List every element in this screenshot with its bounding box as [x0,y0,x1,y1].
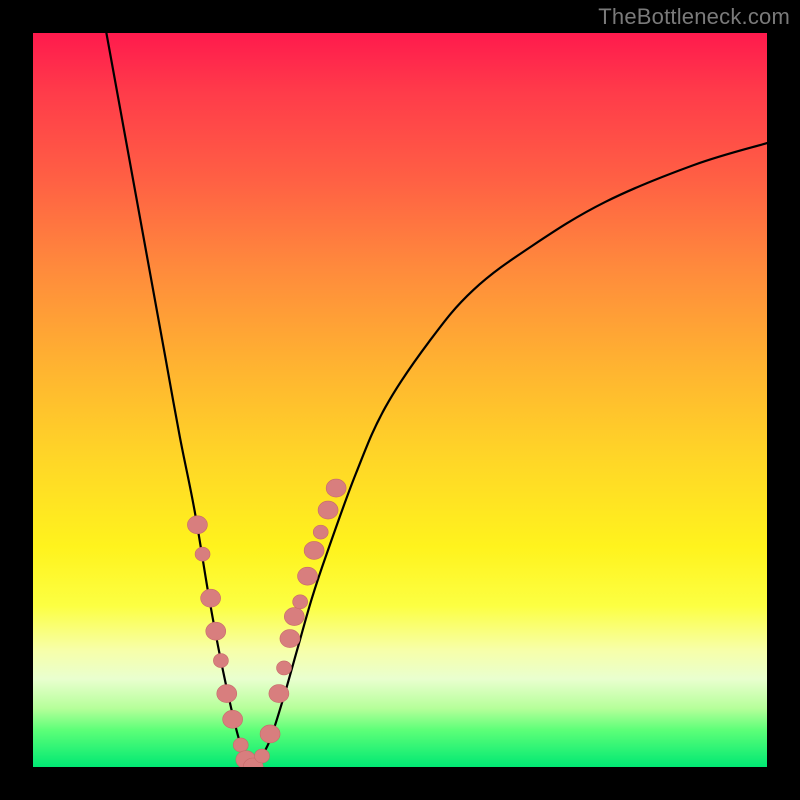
plot-area [33,33,767,767]
marker-dot [269,685,289,703]
curve-layer [33,33,767,767]
marker-dot [255,749,270,763]
marker-dot [318,501,338,519]
marker-dot [217,685,237,703]
marker-dot [277,661,292,675]
marker-dot [195,547,210,561]
chart-frame: TheBottleneck.com [0,0,800,800]
marker-dot [260,725,280,743]
right-branch-curve [253,143,767,767]
marker-dot [201,589,221,607]
marker-dot [326,479,346,497]
marker-dot [313,525,328,539]
marker-dot [206,622,226,640]
marker-dot [298,567,318,585]
marker-dot [280,630,300,648]
marker-dot [213,654,228,668]
watermark-text: TheBottleneck.com [598,4,790,30]
marker-dot [187,516,207,534]
marker-dot [233,738,248,752]
marker-dot [304,541,324,559]
marker-dot [284,608,304,626]
marker-dot [293,595,308,609]
marker-group [187,479,346,767]
left-branch-curve [106,33,253,767]
marker-dot [223,710,243,728]
